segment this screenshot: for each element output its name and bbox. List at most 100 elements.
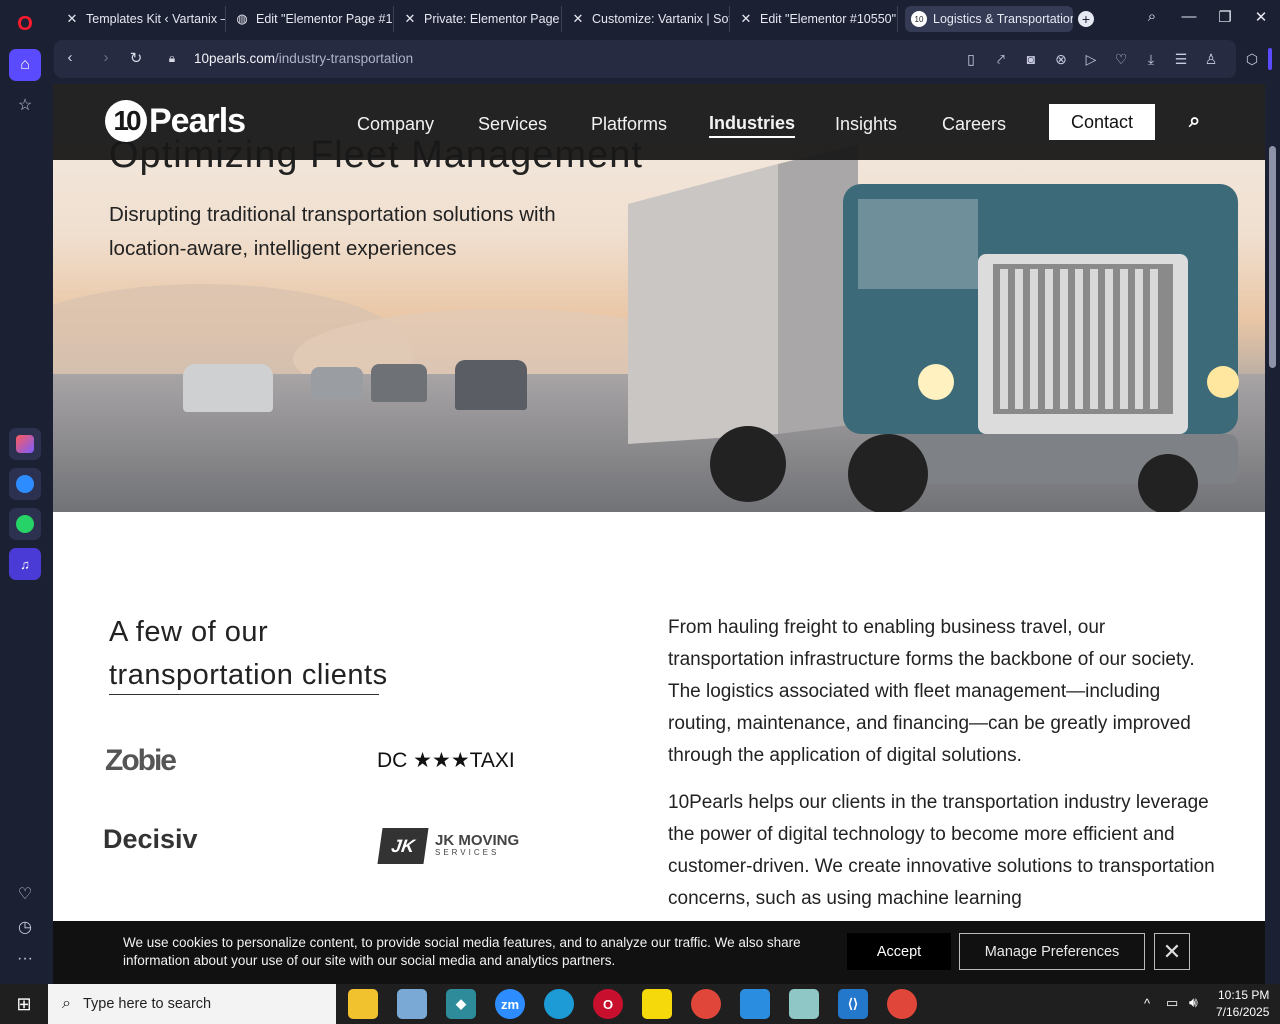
easy-setup-icon[interactable]: ☰ bbox=[1172, 51, 1190, 68]
flow-icon[interactable]: ▷ bbox=[1082, 51, 1100, 68]
tab-edit-elementor-10550[interactable]: ✕ Edit "Elementor #10550" bbox=[732, 6, 898, 32]
car-image bbox=[455, 360, 527, 410]
nav-company[interactable]: Company bbox=[357, 114, 434, 135]
app-icon[interactable]: ◆ bbox=[446, 989, 476, 1019]
site-search-icon[interactable]: ⌕ bbox=[1189, 110, 1200, 133]
minimize-button[interactable]: — bbox=[1177, 8, 1201, 25]
tab-search-icon[interactable]: ⌕ bbox=[1140, 8, 1164, 25]
opera-taskbar-icon[interactable]: O bbox=[593, 989, 623, 1019]
cookie-banner: We use cookies to personalize content, t… bbox=[53, 921, 1265, 984]
favorite-icon[interactable]: ♡ bbox=[1112, 51, 1130, 68]
camera-icon[interactable]: ◙ bbox=[1022, 51, 1040, 67]
tab-bar: ✕ Templates Kit ‹ Vartanix — ◍ Edit "Eleme… bbox=[50, 0, 1280, 38]
car-image bbox=[371, 364, 427, 402]
aria-icon[interactable] bbox=[9, 428, 41, 460]
nav-careers[interactable]: Careers bbox=[942, 114, 1006, 135]
ad-block-icon[interactable]: ⊗ bbox=[1052, 51, 1070, 68]
back-button[interactable]: ‹ bbox=[60, 49, 80, 66]
body-paragraph-2: 10Pearls helps our clients in the transp… bbox=[668, 792, 1215, 909]
edge-icon[interactable] bbox=[544, 989, 574, 1019]
extensions-icon[interactable]: ⬡ bbox=[1243, 51, 1261, 68]
music-player-icon[interactable]: ♫ bbox=[9, 548, 41, 580]
chevron-up-icon[interactable]: ^ bbox=[1144, 996, 1150, 1011]
nav-services[interactable]: Services bbox=[478, 114, 547, 135]
car-image bbox=[183, 364, 273, 412]
url-field[interactable]: 10pearls.com/industry-transportation bbox=[194, 51, 413, 66]
reload-button[interactable]: ↻ bbox=[126, 49, 146, 67]
nav-industries[interactable]: Industries bbox=[709, 113, 796, 138]
scrollbar-thumb[interactable] bbox=[1269, 146, 1276, 368]
car-image bbox=[311, 367, 363, 399]
accept-cookies-button[interactable]: Accept bbox=[847, 933, 951, 970]
volume-icon[interactable]: 🔊︎ bbox=[1189, 994, 1198, 1011]
tab-logistics-transportation[interactable]: 10 Logistics & Transportation bbox=[905, 6, 1073, 32]
whatsapp-icon[interactable] bbox=[9, 508, 41, 540]
page-scrollbar[interactable] bbox=[1265, 84, 1280, 984]
heading-underline bbox=[109, 694, 379, 695]
lock-icon[interactable]: 🔒︎ bbox=[162, 51, 182, 66]
contact-button[interactable]: Contact bbox=[1049, 104, 1155, 140]
notepad-icon[interactable] bbox=[789, 989, 819, 1019]
url-domain: 10pearls.com bbox=[194, 51, 276, 66]
chrome-icon[interactable] bbox=[691, 989, 721, 1019]
taskbar-search-placeholder: Type here to search bbox=[82, 996, 212, 1012]
x-icon: ✕ bbox=[404, 11, 416, 26]
body-paragraph-1: From hauling freight to enabling busines… bbox=[668, 617, 1195, 766]
paint-icon[interactable] bbox=[397, 989, 427, 1019]
chrome-icon[interactable] bbox=[887, 989, 917, 1019]
decisiv-logo: Decisiv bbox=[103, 824, 198, 854]
share-icon[interactable]: ⤤ bbox=[992, 51, 1010, 68]
history-icon[interactable]: ◷ bbox=[9, 911, 41, 943]
address-bar: ‹ › ↻ 🔒︎ 10pearls.com/industry-transport… bbox=[50, 38, 1280, 84]
nav-insights[interactable]: Insights bbox=[835, 114, 897, 135]
zobie-logo: Zobie bbox=[105, 744, 177, 777]
tab-private-elementor-page[interactable]: ✕ Private: Elementor Page # bbox=[396, 6, 562, 32]
photos-icon[interactable] bbox=[740, 989, 770, 1019]
x-icon: ✕ bbox=[572, 11, 584, 26]
download-icon[interactable]: ⤓ bbox=[1142, 51, 1160, 68]
logo-text: Pearls bbox=[149, 101, 246, 140]
more-icon[interactable]: ··· bbox=[9, 943, 41, 975]
nav-platforms[interactable]: Platforms bbox=[591, 114, 667, 135]
messenger-icon[interactable] bbox=[9, 468, 41, 500]
file-explorer-icon[interactable] bbox=[348, 989, 378, 1019]
zoom-icon[interactable]: zm bbox=[495, 989, 525, 1019]
address-field-container: ‹ › ↻ 🔒︎ 10pearls.com/industry-transport… bbox=[54, 40, 1236, 78]
dc-taxi-logo: DC ★★★TAXI bbox=[377, 749, 515, 772]
close-window-button[interactable]: ✕ bbox=[1249, 8, 1273, 26]
network-icon[interactable]: ▭ bbox=[1166, 995, 1178, 1011]
reader-mode-icon[interactable]: ▯ bbox=[962, 51, 980, 68]
vscode-icon[interactable]: ⟨⟩ bbox=[838, 989, 868, 1019]
restore-button[interactable]: ❐ bbox=[1213, 8, 1237, 26]
search-icon: ⌕ bbox=[62, 995, 71, 1012]
sticky-notes-icon[interactable] bbox=[642, 989, 672, 1019]
clients-heading-line2: transportation clients bbox=[109, 659, 388, 691]
manage-preferences-button[interactable]: Manage Preferences bbox=[959, 933, 1145, 970]
heart-icon[interactable]: ♡ bbox=[9, 878, 41, 910]
web-page: Optimizing Fleet Management Disrupting t… bbox=[53, 84, 1265, 984]
clock-time[interactable]: 10:15 PM bbox=[1218, 988, 1269, 1002]
cookie-text: We use cookies to personalize content, t… bbox=[123, 935, 801, 968]
clock-date[interactable]: 7/16/2025 bbox=[1216, 1005, 1269, 1019]
taskbar-search-box[interactable]: ⌕ Type here to search bbox=[48, 984, 336, 1024]
logo-ten: 10 bbox=[105, 100, 147, 142]
close-icon[interactable]: ✕ bbox=[1154, 933, 1190, 970]
new-tab-button[interactable]: + bbox=[1078, 11, 1094, 27]
tab-templates-kit[interactable]: ✕ Templates Kit ‹ Vartanix — bbox=[58, 6, 226, 32]
hero-subtitle: Disrupting traditional transportation so… bbox=[109, 203, 556, 260]
forward-button[interactable]: › bbox=[96, 49, 116, 66]
jk-moving-logo: JK MOVING bbox=[435, 832, 520, 849]
windows-start-icon[interactable]: ⊞ bbox=[0, 984, 48, 1024]
tab-customize-vartanix[interactable]: ✕ Customize: Vartanix | Soft bbox=[564, 6, 730, 32]
windows-taskbar: ⊞ ⌕ Type here to search ◆ zm O ⟨⟩ ^ ▭ 🔊︎ … bbox=[0, 984, 1280, 1024]
x-icon: ✕ bbox=[740, 11, 752, 26]
10pearls-icon: 10 bbox=[911, 11, 927, 27]
tab-edit-elementor-page[interactable]: ◍ Edit "Elementor Page #10 bbox=[228, 6, 394, 32]
profile-icon[interactable]: ♙ bbox=[1202, 51, 1220, 68]
jk-moving-services: SERVICES bbox=[435, 848, 500, 857]
truck-image bbox=[628, 144, 1239, 512]
home-icon[interactable]: ⌂ bbox=[9, 49, 41, 81]
opera-logo-icon[interactable]: O bbox=[9, 8, 41, 40]
star-icon[interactable]: ☆ bbox=[9, 89, 41, 121]
10pearls-logo[interactable]: 10 Pearls bbox=[105, 100, 246, 142]
